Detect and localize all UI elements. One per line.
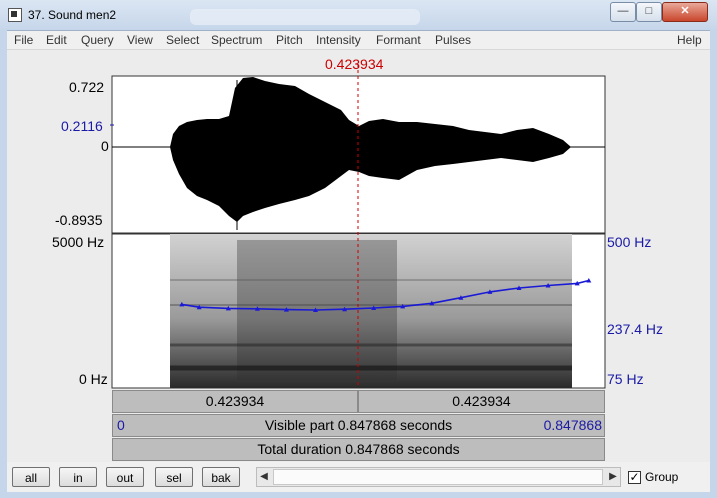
menu-select[interactable]: Select [166, 33, 199, 47]
menu-query[interactable]: Query [81, 33, 114, 47]
menu-pulses[interactable]: Pulses [435, 33, 471, 47]
segment-right-duration[interactable]: 0.423934 [358, 390, 605, 413]
menu-formant[interactable]: Formant [376, 33, 421, 47]
zoom-out-button[interactable]: out [106, 467, 144, 487]
minimize-button[interactable]: — [610, 2, 636, 22]
app-icon [8, 8, 22, 22]
window-frame-right [710, 30, 717, 498]
window-frame-left [0, 30, 7, 498]
zoom-all-button[interactable]: all [12, 467, 50, 487]
menu-edit[interactable]: Edit [46, 33, 67, 47]
menu-view[interactable]: View [127, 33, 153, 47]
bottom-toolbar: all in out sel bak ◀ ▶ ✓ Group [7, 462, 710, 492]
menu-help[interactable]: Help [677, 33, 702, 47]
zoom-in-button[interactable]: in [59, 467, 97, 487]
visible-part-text: Visible part 0.847868 seconds [264, 417, 453, 433]
zoom-back-button[interactable]: bak [202, 467, 240, 487]
menu-intensity[interactable]: Intensity [316, 33, 361, 47]
segment-left-duration[interactable]: 0.423934 [112, 390, 358, 413]
total-duration-bar[interactable]: Total duration 0.847868 seconds [112, 438, 605, 461]
checkmark-icon: ✓ [629, 470, 640, 484]
visible-end: 0.847868 [543, 417, 602, 433]
scroll-right-icon[interactable]: ▶ [606, 468, 620, 486]
zoom-selection-button[interactable]: sel [155, 467, 193, 487]
window-frame-bottom [0, 492, 717, 498]
window-title: 37. Sound men2 [28, 8, 117, 22]
group-checkbox[interactable]: ✓ [628, 471, 641, 484]
menu-spectrum[interactable]: Spectrum [211, 33, 262, 47]
visible-start: 0 [117, 417, 125, 433]
blurred-title-area [190, 9, 420, 25]
maximize-button[interactable]: □ [636, 2, 662, 22]
close-button[interactable]: ✕ [662, 2, 708, 22]
time-scrollbar[interactable]: ◀ ▶ [256, 467, 621, 487]
menu-pitch[interactable]: Pitch [276, 33, 303, 47]
title-bar: 37. Sound men2 — □ ✕ [0, 0, 717, 31]
visible-part-bar[interactable]: 0 Visible part 0.847868 seconds 0.847868 [112, 414, 605, 437]
menu-file[interactable]: File [14, 33, 33, 47]
editor-area: 0.423934 0.722 0.2116 0 -0.8935 5000 Hz … [7, 50, 710, 462]
scrollbar-thumb[interactable] [273, 469, 603, 485]
group-label: Group [645, 470, 679, 484]
menu-bar: File Edit Query View Select Spectrum Pit… [7, 31, 710, 50]
scroll-left-icon[interactable]: ◀ [257, 468, 271, 486]
